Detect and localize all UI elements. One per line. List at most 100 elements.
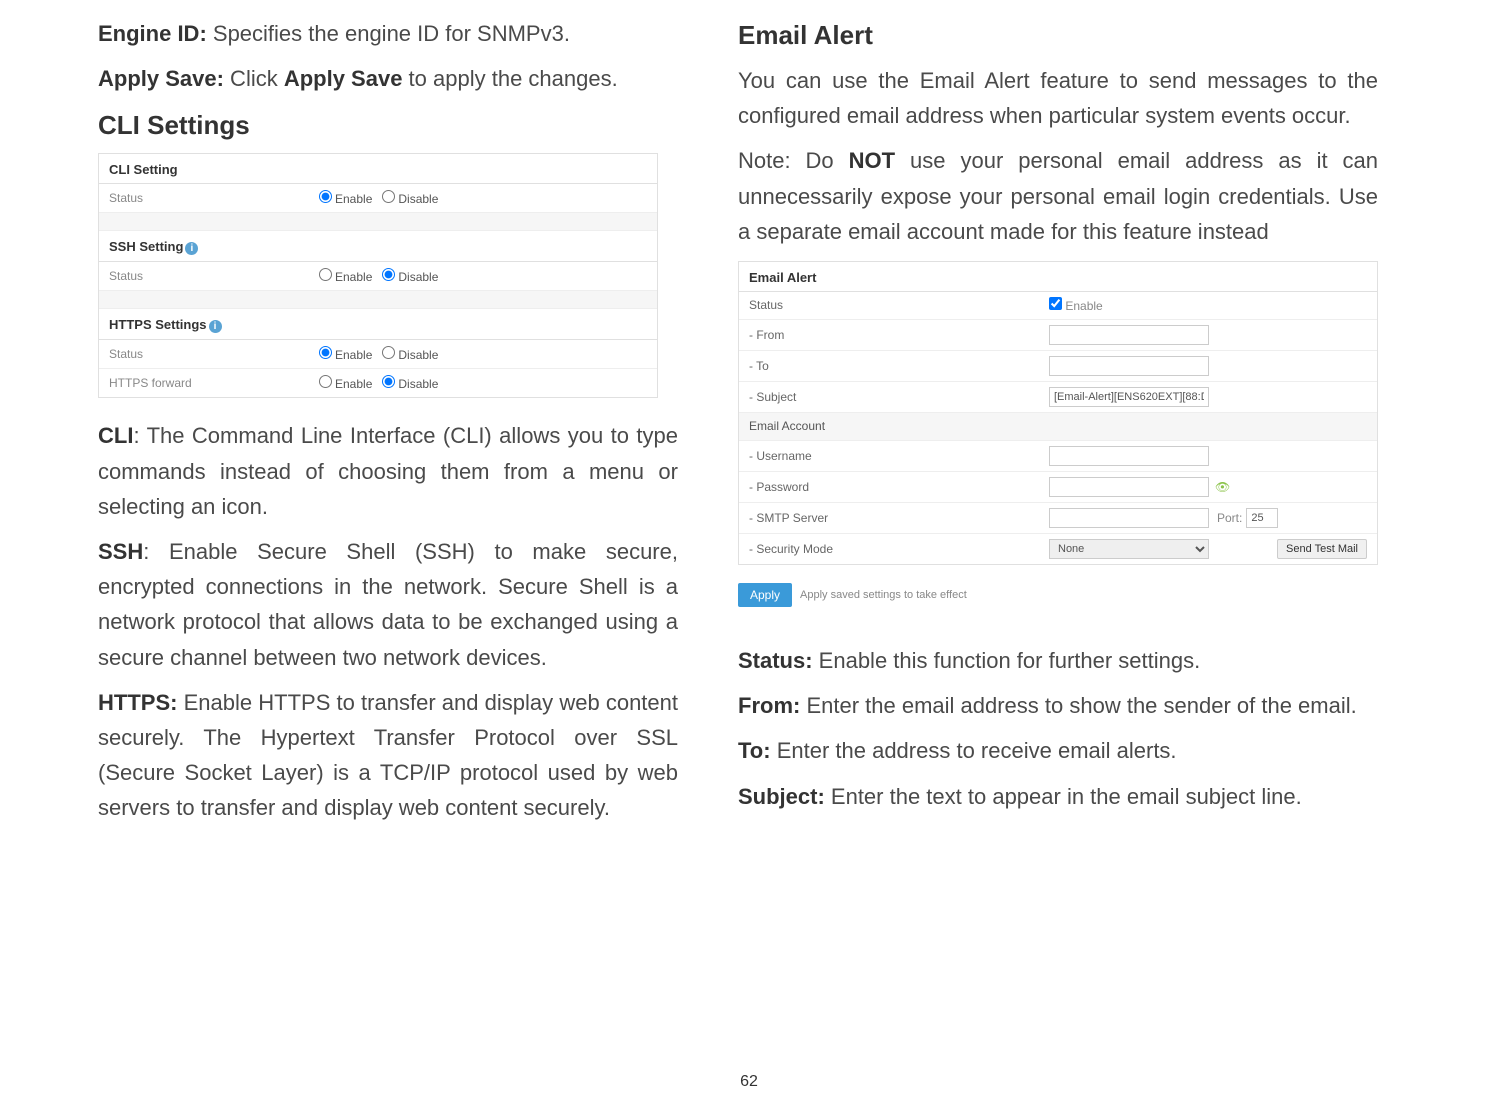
cli-status-row: Status Enable Disable (99, 184, 657, 213)
https-disable-radio[interactable] (382, 346, 395, 359)
apply-save-pre: Click (224, 66, 284, 91)
apply-save-para: Apply Save: Click Apply Save to apply th… (98, 61, 678, 96)
email-to-input[interactable] (1049, 356, 1209, 376)
ssh-setting-header: SSH Settingi (99, 231, 657, 262)
subject-para: Subject: Enter the text to appear in the… (738, 779, 1378, 814)
apply-desc: Apply saved settings to take effect (800, 589, 967, 601)
info-icon[interactable]: i (209, 320, 222, 333)
https-term: HTTPS: (98, 690, 177, 715)
email-enable-option[interactable]: Enable (1049, 297, 1103, 313)
status-label: Status (109, 191, 319, 205)
email-username-label: - Username (749, 449, 1049, 463)
cli-settings-heading: CLI Settings (98, 110, 678, 141)
https-forward-radios: Enable Disable (319, 375, 438, 391)
from-para: From: Enter the email address to show th… (738, 688, 1378, 723)
ssh-disable-radio[interactable] (382, 268, 395, 281)
https-fwd-enable-radio[interactable] (319, 375, 332, 388)
apply-bar: Apply Apply saved settings to take effec… (738, 575, 1378, 615)
to-text: Enter the address to receive email alert… (771, 738, 1177, 763)
cli-disable-option[interactable]: Disable (382, 190, 438, 206)
status-term: Status: (738, 648, 813, 673)
status-label: Status (109, 269, 319, 283)
email-alert-screenshot: Email Alert Status Enable - From - To - … (738, 261, 1378, 565)
send-test-mail-button[interactable]: Send Test Mail (1277, 539, 1367, 559)
ssh-disable-option[interactable]: Disable (382, 268, 438, 284)
https-disable-option[interactable]: Disable (382, 346, 438, 362)
email-security-row: - Security Mode None Send Test Mail (739, 534, 1377, 564)
engine-id-label: Engine ID: (98, 21, 207, 46)
blank-row (99, 213, 657, 231)
cli-setting-header: CLI Setting (99, 154, 657, 184)
status-text: Enable this function for further setting… (813, 648, 1201, 673)
email-password-label: - Password (749, 480, 1049, 494)
cli-text: : The Command Line Interface (CLI) allow… (98, 423, 678, 518)
email-from-input[interactable] (1049, 325, 1209, 345)
https-status-row: Status Enable Disable (99, 340, 657, 369)
ssh-enable-radio[interactable] (319, 268, 332, 281)
email-security-select[interactable]: None (1049, 539, 1209, 559)
https-text: Enable HTTPS to transfer and display web… (98, 690, 678, 821)
https-setting-header: HTTPS Settingsi (99, 309, 657, 340)
eye-icon[interactable]: 👁 (1215, 480, 1230, 494)
https-forward-label: HTTPS forward (109, 376, 319, 390)
email-username-row: - Username (739, 441, 1377, 472)
email-username-input[interactable] (1049, 446, 1209, 466)
email-status-label: Status (749, 298, 1049, 312)
email-subject-input[interactable] (1049, 387, 1209, 407)
ssh-term: SSH (98, 539, 143, 564)
apply-button[interactable]: Apply (738, 583, 792, 607)
email-alert-heading: Email Alert (738, 20, 1378, 51)
https-fwd-disable-radio[interactable] (382, 375, 395, 388)
https-enable-option[interactable]: Enable (319, 346, 372, 362)
cli-enable-option[interactable]: Enable (319, 190, 372, 206)
cli-enable-radio[interactable] (319, 190, 332, 203)
ssh-para: SSH: Enable Secure Shell (SSH) to make s… (98, 534, 678, 675)
cli-disable-radio[interactable] (382, 190, 395, 203)
email-password-input[interactable] (1049, 477, 1209, 497)
email-to-row: - To (739, 351, 1377, 382)
https-fwd-disable-option[interactable]: Disable (382, 375, 438, 391)
email-from-label: - From (749, 328, 1049, 342)
email-security-label: - Security Mode (749, 542, 1049, 556)
email-enable-checkbox[interactable] (1049, 297, 1062, 310)
ssh-enable-option[interactable]: Enable (319, 268, 372, 284)
info-icon[interactable]: i (185, 242, 198, 255)
apply-save-post: to apply the changes. (402, 66, 617, 91)
page-number: 62 (740, 1073, 758, 1091)
email-smtp-row: - SMTP Server Port: (739, 503, 1377, 534)
https-para: HTTPS: Enable HTTPS to transfer and disp… (98, 685, 678, 826)
cli-term: CLI (98, 423, 133, 448)
cli-para: CLI: The Command Line Interface (CLI) al… (98, 418, 678, 524)
email-subject-label: - Subject (749, 390, 1049, 404)
apply-save-label: Apply Save: (98, 66, 224, 91)
email-account-row: Email Account (739, 413, 1377, 441)
cli-settings-screenshot: CLI Setting Status Enable Disable SSH Se… (98, 153, 658, 398)
left-column: Engine ID: Specifies the engine ID for S… (98, 6, 678, 835)
note-pre: Note: Do (738, 148, 849, 173)
right-column: Email Alert You can use the Email Alert … (738, 6, 1378, 835)
note-bold: NOT (849, 148, 895, 173)
to-para: To: Enter the address to receive email a… (738, 733, 1378, 768)
email-account-label: Email Account (749, 419, 1049, 433)
email-port-input[interactable] (1246, 508, 1278, 528)
ssh-status-row: Status Enable Disable (99, 262, 657, 291)
email-smtp-input[interactable] (1049, 508, 1209, 528)
apply-save-bold: Apply Save (284, 66, 403, 91)
ssh-status-radios: Enable Disable (319, 268, 438, 284)
email-from-row: - From (739, 320, 1377, 351)
subject-term: Subject: (738, 784, 825, 809)
email-subject-row: - Subject (739, 382, 1377, 413)
https-fwd-enable-option[interactable]: Enable (319, 375, 372, 391)
ssh-text: : Enable Secure Shell (SSH) to make secu… (98, 539, 678, 670)
email-status-row: Status Enable (739, 292, 1377, 320)
subject-text: Enter the text to appear in the email su… (825, 784, 1302, 809)
status-label: Status (109, 347, 319, 361)
email-password-row: - Password 👁 (739, 472, 1377, 503)
email-to-label: - To (749, 359, 1049, 373)
status-para: Status: Enable this function for further… (738, 643, 1378, 678)
email-alert-note: Note: Do NOT use your personal email add… (738, 143, 1378, 249)
from-term: From: (738, 693, 800, 718)
https-enable-radio[interactable] (319, 346, 332, 359)
https-status-radios: Enable Disable (319, 346, 438, 362)
port-label: Port: (1217, 511, 1242, 525)
